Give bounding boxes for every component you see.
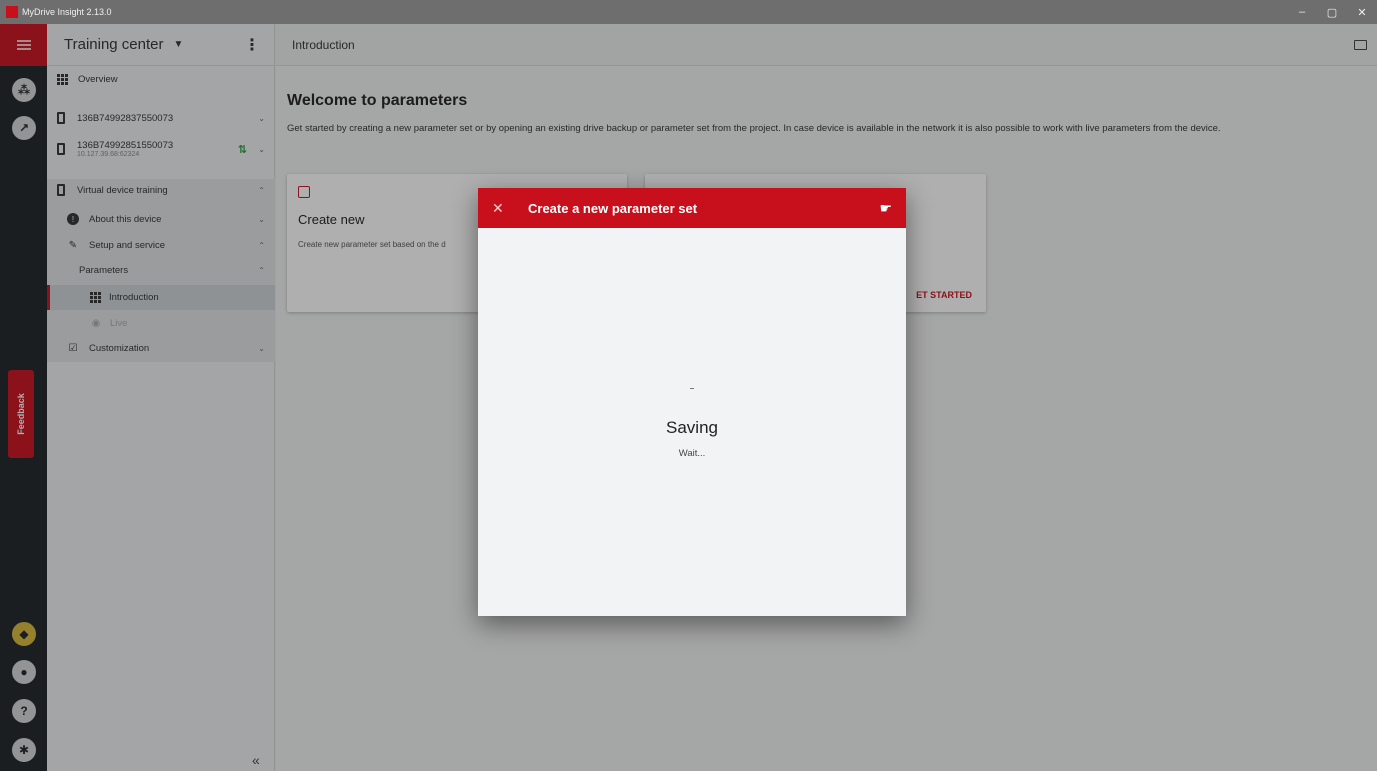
close-icon[interactable]: ✕ xyxy=(492,200,506,217)
loading-spinner-icon xyxy=(690,388,694,389)
minimize-button[interactable]: – xyxy=(1287,6,1317,18)
window-titlebar: MyDrive Insight 2.13.0 – ▢ ✕ xyxy=(0,0,1377,24)
window-title: MyDrive Insight 2.13.0 xyxy=(22,7,112,17)
dialog-header: ✕ Create a new parameter set ☛ xyxy=(478,188,906,228)
saving-status-title: Saving xyxy=(666,418,718,437)
dialog-title: Create a new parameter set xyxy=(528,200,698,216)
maximize-button[interactable]: ▢ xyxy=(1317,6,1347,19)
app-logo-icon xyxy=(6,6,18,18)
close-window-button[interactable]: ✕ xyxy=(1347,6,1377,19)
saving-status-text: Wait... xyxy=(678,448,706,459)
create-parameter-set-dialog: ✕ Create a new parameter set ☛ Saving Wa… xyxy=(478,188,906,616)
pointer-hand-icon: ☛ xyxy=(879,199,892,216)
